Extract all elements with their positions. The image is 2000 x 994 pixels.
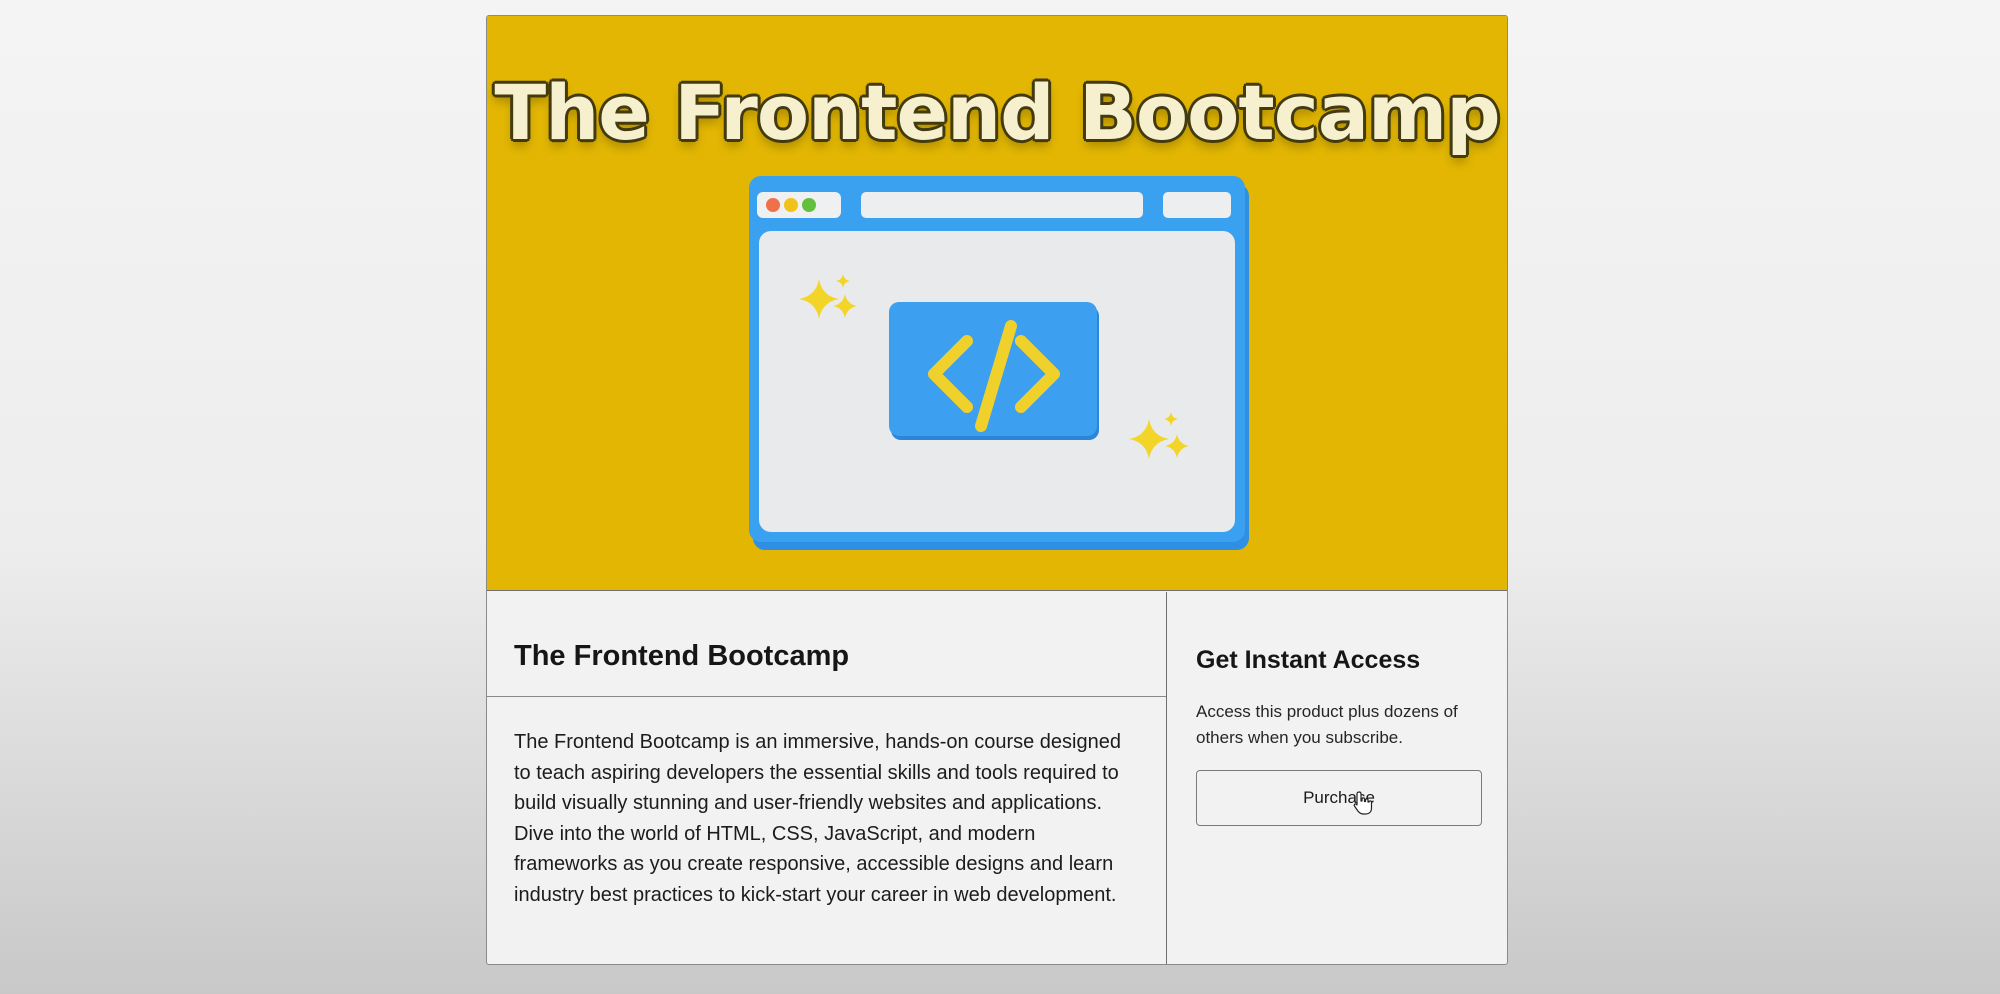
access-description: Access this product plus dozens of other…	[1196, 702, 1458, 747]
window-dot-yellow	[784, 198, 798, 212]
access-title: Get Instant Access	[1196, 646, 1421, 674]
hand-pointer-icon	[1353, 791, 1373, 815]
product-card: The Frontend Bootcamp The Frontend Bootc…	[486, 15, 1508, 965]
window-dot-red	[766, 198, 780, 212]
product-info: The Frontend Bootcamp The Frontend Bootc…	[487, 592, 1167, 964]
code-brackets-icon	[889, 302, 1099, 440]
hero-banner: The Frontend Bootcamp	[487, 16, 1507, 591]
product-header: The Frontend Bootcamp	[487, 592, 1166, 697]
hero-title: The Frontend Bootcamp	[494, 68, 1500, 157]
product-title: The Frontend Bootcamp	[514, 640, 850, 672]
access-panel: Get Instant Access Access this product p…	[1168, 592, 1507, 964]
purchase-button[interactable]: Purchase	[1196, 770, 1482, 826]
window-dot-green	[802, 198, 816, 212]
product-description: The Frontend Bootcamp is an immersive, h…	[514, 731, 1121, 906]
browser-window-illustration	[749, 176, 1249, 550]
